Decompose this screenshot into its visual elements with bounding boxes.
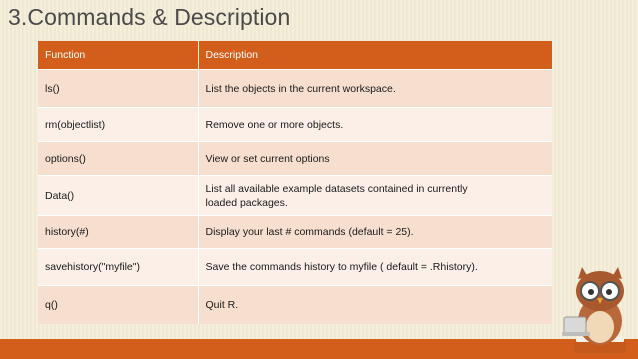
function-cell: rm(objectlist): [38, 107, 199, 142]
table-row: rm(objectlist) Remove one or more object…: [38, 107, 552, 142]
table-header-row: Function Description: [38, 41, 552, 70]
table-row: Data() List all available example datase…: [38, 175, 552, 216]
description-cell: View or set current options: [198, 141, 552, 176]
function-cell: options(): [38, 141, 199, 176]
description-cell: List all available example datasets cont…: [198, 175, 552, 216]
owl-reading-icon: [562, 267, 626, 353]
commands-table: Function Description ls() List the objec…: [38, 41, 552, 324]
bottom-accent-bar: [0, 339, 638, 359]
header-function: Function: [38, 41, 199, 70]
description-cell: List the objects in the current workspac…: [198, 69, 552, 108]
function-cell: q(): [38, 285, 199, 324]
header-description: Description: [198, 41, 552, 70]
description-cell: Quit R.: [198, 285, 552, 324]
table-row: savehistory("myfile") Save the commands …: [38, 248, 552, 286]
description-cell: Display your last # commands (default = …: [198, 215, 552, 249]
function-cell: Data(): [38, 175, 199, 216]
function-cell: ls(): [38, 69, 199, 108]
table-row: q() Quit R.: [38, 285, 552, 324]
description-cell: Remove one or more objects.: [198, 107, 552, 142]
table-row: ls() List the objects in the current wor…: [38, 69, 552, 108]
slide-title: 3.Commands & Description: [8, 4, 291, 30]
description-cell: Save the commands history to myfile ( de…: [198, 248, 552, 286]
table-row: history(#) Display your last # commands …: [38, 215, 552, 249]
table-row: options() View or set current options: [38, 141, 552, 176]
function-cell: history(#): [38, 215, 199, 249]
function-cell: savehistory("myfile"): [38, 248, 199, 286]
